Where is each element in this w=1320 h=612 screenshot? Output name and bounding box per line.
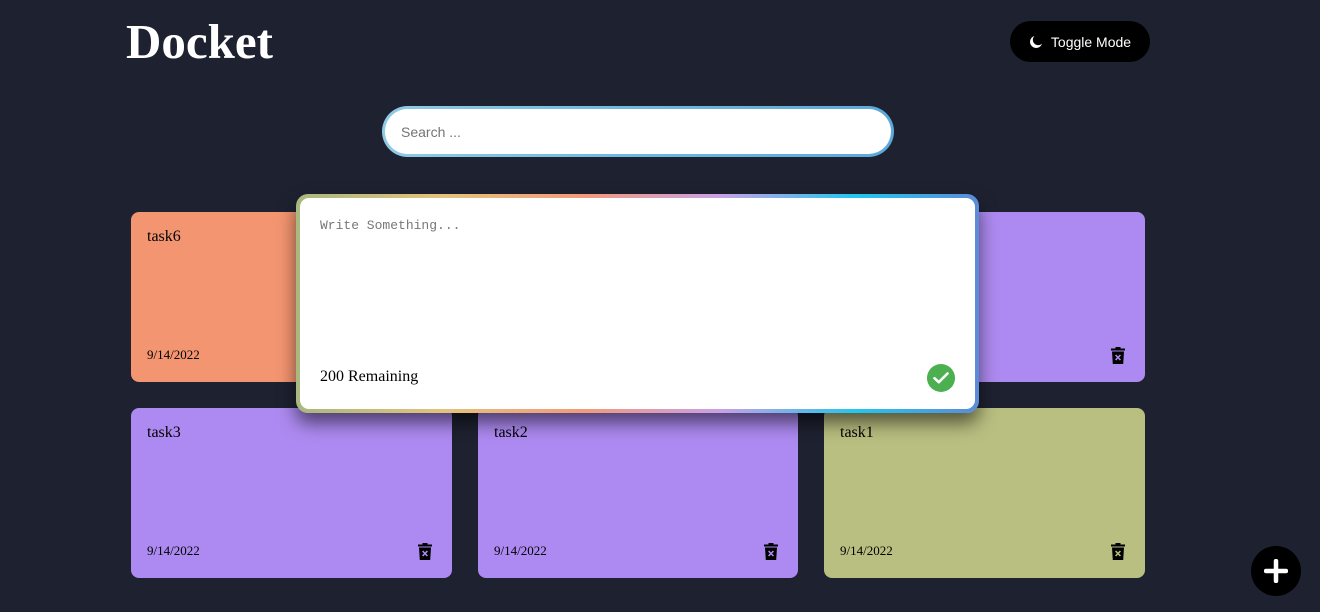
- trash-icon[interactable]: [764, 543, 778, 560]
- toggle-mode-button[interactable]: Toggle Mode: [1010, 21, 1150, 62]
- note-editor-body: 200 Remaining: [300, 198, 975, 409]
- search-input[interactable]: [385, 109, 891, 154]
- remaining-count: 200 Remaining: [320, 368, 419, 385]
- toggle-mode-label: Toggle Mode: [1050, 33, 1132, 50]
- save-note-button[interactable]: [927, 364, 955, 392]
- plus-icon: [1264, 559, 1288, 583]
- note-card[interactable]: task2 9/14/2022: [478, 408, 798, 578]
- note-title: task1: [840, 424, 874, 441]
- note-date: 9/14/2022: [147, 543, 200, 558]
- note-title: task3: [147, 424, 181, 441]
- note-editor: 200 Remaining: [296, 194, 979, 413]
- note-textarea[interactable]: [320, 218, 950, 348]
- note-title: task6: [147, 228, 181, 245]
- search-box: [382, 106, 894, 157]
- trash-icon[interactable]: [1111, 543, 1125, 560]
- note-date: 9/14/2022: [840, 543, 893, 558]
- note-card[interactable]: task1 9/14/2022: [824, 408, 1145, 578]
- check-icon: [933, 372, 949, 384]
- trash-icon[interactable]: [418, 543, 432, 560]
- moon-icon: [1029, 35, 1043, 49]
- note-title: task2: [494, 424, 528, 441]
- trash-icon[interactable]: [1111, 347, 1125, 364]
- note-date: 9/14/2022: [494, 543, 547, 558]
- add-note-button[interactable]: [1251, 546, 1301, 596]
- note-date: 9/14/2022: [147, 347, 200, 362]
- app-title: Docket: [126, 14, 273, 69]
- note-card[interactable]: task3 9/14/2022: [131, 408, 452, 578]
